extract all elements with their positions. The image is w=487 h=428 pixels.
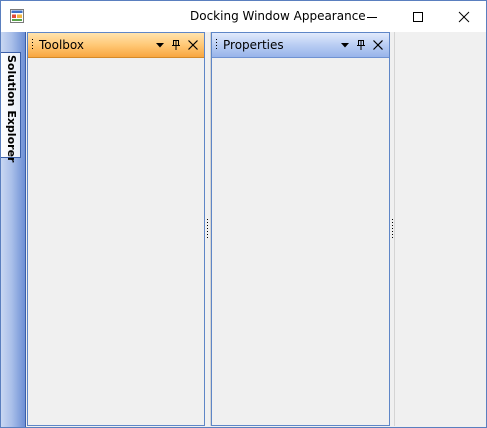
properties-title: Properties [223, 38, 284, 52]
close-icon [458, 11, 470, 22]
properties-caption-bar[interactable]: Properties [212, 33, 389, 58]
dropdown-arrow-icon[interactable] [339, 39, 351, 51]
autohide-strip-left: Solution Explorer [1, 32, 26, 427]
pin-icon[interactable] [355, 39, 367, 51]
document-area [396, 32, 486, 426]
splitter-grip-icon[interactable] [391, 219, 394, 239]
maximize-button[interactable] [395, 1, 441, 32]
main-window: Docking Window Appearance Solution Explo… [0, 0, 487, 428]
close-icon[interactable] [187, 39, 199, 51]
minimize-button[interactable] [349, 1, 395, 32]
client-area: Solution Explorer Toolbox Properties [1, 32, 486, 427]
pin-icon[interactable] [170, 39, 182, 51]
toolbox-caption-bar[interactable]: Toolbox [28, 33, 204, 58]
title-bar[interactable]: Docking Window Appearance [1, 1, 486, 33]
autohide-tab-solution-explorer[interactable]: Solution Explorer [1, 52, 21, 163]
splitter-grip-icon[interactable] [206, 219, 209, 239]
splitter-line [394, 32, 395, 426]
autohide-tab-label: Solution Explorer [5, 55, 18, 163]
close-icon[interactable] [372, 39, 384, 51]
dropdown-arrow-icon[interactable] [154, 39, 166, 51]
app-window-icon [10, 9, 24, 23]
close-button[interactable] [441, 1, 486, 32]
minimize-icon [367, 16, 377, 18]
toolbox-pane[interactable]: Toolbox [27, 32, 205, 426]
window-title: Docking Window Appearance [190, 9, 366, 23]
grip-icon[interactable] [215, 39, 218, 51]
grip-icon[interactable] [31, 39, 34, 51]
properties-pane[interactable]: Properties [211, 32, 390, 426]
maximize-icon [413, 11, 423, 22]
toolbox-title: Toolbox [39, 38, 84, 52]
